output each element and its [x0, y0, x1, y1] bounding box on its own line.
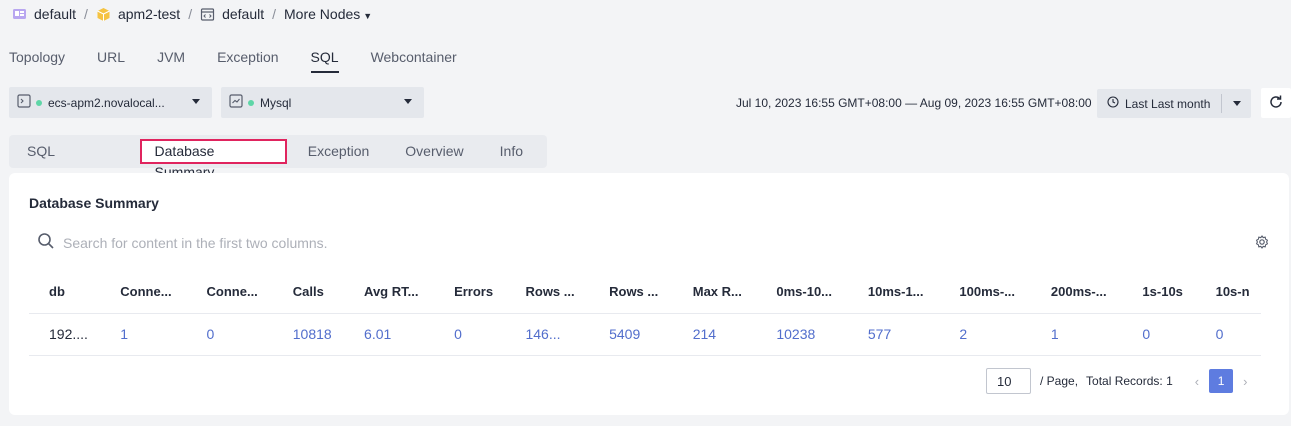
- column-header-errors[interactable]: Errors: [434, 271, 506, 314]
- per-page-label: / Page,: [1040, 374, 1079, 388]
- caret-down-icon: [404, 99, 412, 104]
- column-header-db[interactable]: db: [29, 271, 101, 314]
- breadcrumb-item-component[interactable]: apm2-test: [118, 6, 180, 22]
- instance-select-value: ecs-apm2.novalocal...: [48, 95, 165, 110]
- cell-link[interactable]: 0: [186, 313, 273, 356]
- subtab-overview[interactable]: Overview: [390, 138, 478, 165]
- cell-link[interactable]: 0: [1122, 313, 1196, 356]
- tab-topology[interactable]: Topology: [9, 48, 65, 72]
- database-type-value: Mysql: [260, 95, 292, 110]
- breadcrumb-item-app[interactable]: default: [34, 6, 76, 22]
- column-header-10ms-100ms[interactable]: 10ms-1...: [847, 271, 940, 314]
- tab-exception[interactable]: Exception: [217, 48, 278, 72]
- more-nodes-label: More Nodes: [284, 6, 361, 22]
- column-header-connections[interactable]: Conne...: [100, 271, 187, 314]
- table-header-row: db Conne... Conne... Calls Avg RT... Err…: [29, 271, 1261, 314]
- caret-down-icon: [192, 99, 200, 104]
- cell-db: 192....: [29, 313, 101, 356]
- cell-link[interactable]: 214: [672, 313, 757, 356]
- component-icon: [96, 7, 111, 22]
- tab-webcontainer[interactable]: Webcontainer: [371, 48, 457, 72]
- more-nodes-dropdown[interactable]: More Nodes ▼: [284, 6, 372, 22]
- breadcrumb: default / apm2-test / default / More Nod…: [12, 4, 372, 24]
- column-header-max-rt[interactable]: Max R...: [672, 271, 757, 314]
- column-header-100ms-200ms[interactable]: 100ms-...: [939, 271, 1031, 314]
- cell-link[interactable]: 5409: [589, 313, 673, 356]
- database-summary-table: db Conne... Conne... Calls Avg RT... Err…: [29, 271, 1261, 356]
- column-header-10s-n[interactable]: 10s-n: [1195, 271, 1261, 314]
- refresh-button[interactable]: [1261, 88, 1291, 118]
- cell-link[interactable]: 1: [100, 313, 187, 356]
- breadcrumb-separator: /: [188, 6, 193, 22]
- instance-icon: [17, 94, 31, 111]
- refresh-icon: [1268, 94, 1284, 113]
- caret-down-icon[interactable]: [1233, 101, 1241, 106]
- divider: [1221, 94, 1222, 113]
- cell-link[interactable]: 577: [847, 313, 940, 356]
- database-type-select[interactable]: Mysql: [221, 87, 424, 118]
- column-header-connections-2[interactable]: Conne...: [186, 271, 273, 314]
- total-records-label: Total Records: 1: [1086, 374, 1173, 388]
- time-range-text: Jul 10, 2023 16:55 GMT+08:00 — Aug 09, 2…: [736, 96, 1092, 110]
- time-range-picker[interactable]: Last Last month: [1097, 89, 1251, 118]
- pagination: 10 / Page, Total Records: 1 ‹ 1 ›: [986, 368, 1257, 394]
- cell-link[interactable]: 0: [1195, 313, 1261, 356]
- database-icon: [229, 94, 243, 111]
- top-tabs: Topology URL JVM Exception SQL Webcontai…: [9, 48, 489, 73]
- chevron-left-icon[interactable]: ‹: [1195, 374, 1199, 389]
- subtab-database-summary[interactable]: Database Summary: [139, 139, 287, 180]
- app-icon: [12, 7, 27, 22]
- column-header-0ms-10ms[interactable]: 0ms-10...: [756, 271, 848, 314]
- environment-icon: [200, 7, 215, 22]
- search-icon: [37, 232, 55, 253]
- instance-select[interactable]: ecs-apm2.novalocal...: [9, 87, 212, 118]
- clock-icon: [1107, 96, 1119, 111]
- search-input[interactable]: [63, 234, 423, 251]
- cell-link[interactable]: 10238: [756, 313, 848, 356]
- tab-jvm[interactable]: JVM: [157, 48, 185, 72]
- sub-tabs: SQL Summary Database Summary Exception O…: [9, 135, 547, 186]
- chevron-right-icon[interactable]: ›: [1243, 374, 1247, 389]
- breadcrumb-separator: /: [272, 6, 277, 22]
- status-dot: [248, 99, 254, 106]
- table-row: 192.... 1 0 10818 6.01 0 146... 5409 214…: [29, 313, 1261, 356]
- cell-link[interactable]: 10818: [272, 313, 345, 356]
- time-range-label: Last Last month: [1125, 96, 1211, 111]
- column-header-calls[interactable]: Calls: [272, 271, 345, 314]
- cell-link[interactable]: 146...: [505, 313, 590, 356]
- cell-link[interactable]: 1: [1030, 313, 1123, 356]
- page-number-button[interactable]: 1: [1209, 369, 1234, 393]
- subtab-sql-summary[interactable]: SQL Summary: [12, 138, 129, 186]
- subtab-exception[interactable]: Exception: [293, 138, 384, 165]
- column-header-rows-2[interactable]: Rows ...: [589, 271, 673, 314]
- tab-sql[interactable]: SQL: [310, 48, 339, 73]
- search-bar: [37, 232, 423, 253]
- column-header-rows-1[interactable]: Rows ...: [505, 271, 590, 314]
- column-header-1s-10s[interactable]: 1s-10s: [1122, 271, 1196, 314]
- cell-link[interactable]: 2: [939, 313, 1031, 356]
- column-header-200ms-1s[interactable]: 200ms-...: [1030, 271, 1123, 314]
- cell-link[interactable]: 6.01: [344, 313, 435, 356]
- status-dot: [36, 99, 42, 106]
- cell-link[interactable]: 0: [434, 313, 506, 356]
- tab-url[interactable]: URL: [97, 48, 125, 72]
- breadcrumb-separator: /: [84, 6, 88, 22]
- database-summary-card: Database Summary db Conne... Conne... Ca…: [9, 173, 1289, 415]
- card-title: Database Summary: [29, 195, 159, 211]
- breadcrumb-item-environment[interactable]: default: [222, 6, 264, 22]
- column-header-avg-rt[interactable]: Avg RT...: [344, 271, 435, 314]
- caret-down-icon: ▼: [363, 11, 373, 21]
- page-size-select[interactable]: 10: [986, 368, 1031, 394]
- subtab-info[interactable]: Info: [485, 138, 538, 165]
- settings-gear-icon[interactable]: [1255, 235, 1269, 252]
